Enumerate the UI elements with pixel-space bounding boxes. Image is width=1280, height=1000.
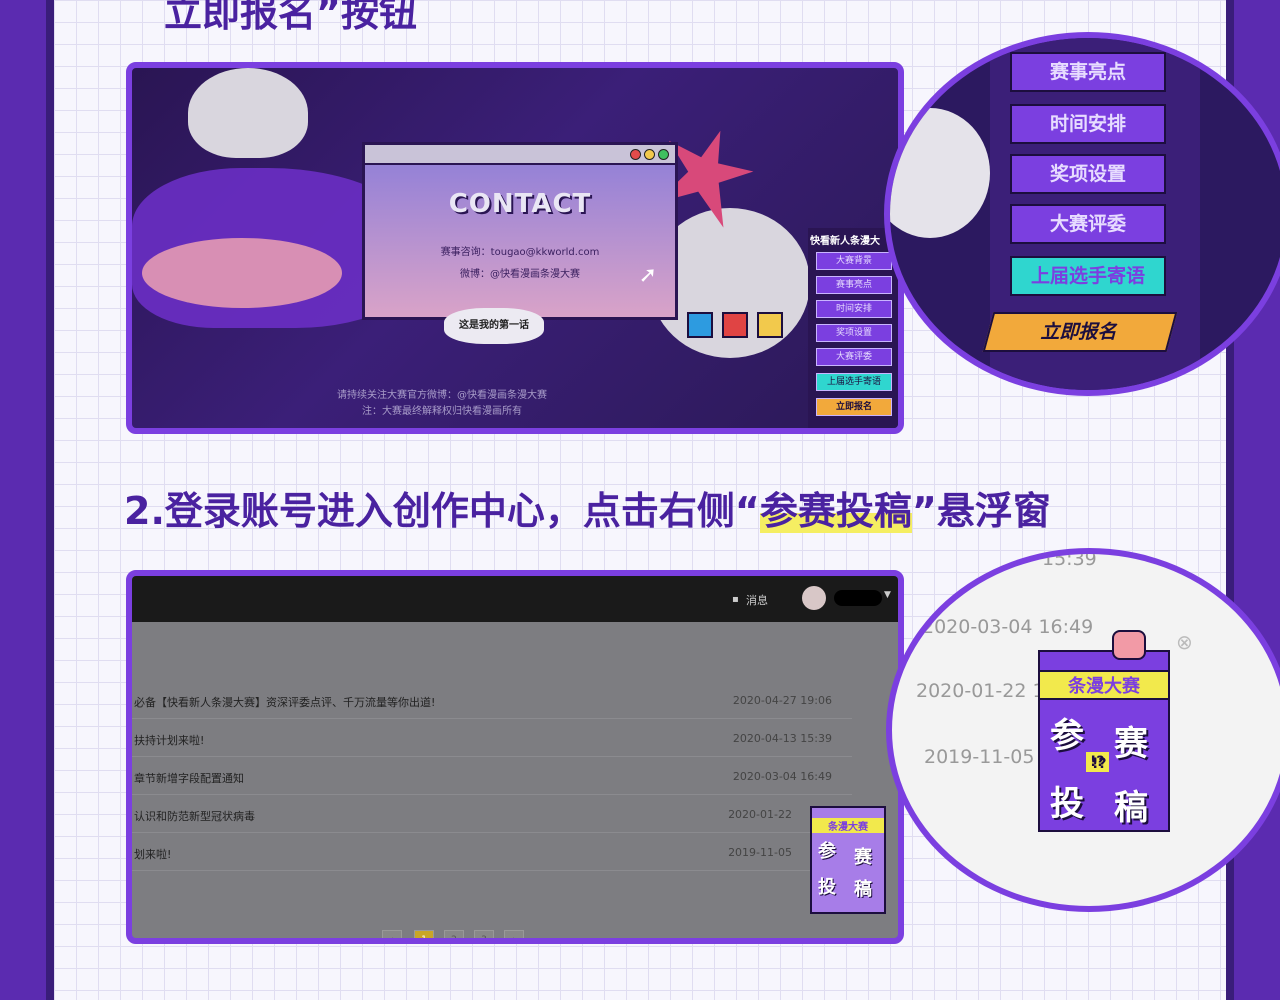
- table-row[interactable]: 划来啦! 2019-11-05: [132, 834, 852, 871]
- window-dot-icon: [658, 149, 669, 160]
- dropper-icon[interactable]: [687, 312, 713, 338]
- pagination-page[interactable]: 1: [414, 930, 434, 938]
- message-icon[interactable]: ▪: [732, 594, 739, 605]
- row-date: 2019-11-05: [728, 846, 792, 859]
- footer-weibo: 请持续关注大赛官方微博：@快看漫画条漫大赛: [337, 390, 547, 401]
- zoom-date: 2020-01-22 1: [916, 680, 1045, 702]
- zoom-circle-float: 15:39 2020-03-04 16:49 2020-01-22 1 2019…: [886, 548, 1280, 912]
- row-title: 划来啦!: [134, 848, 172, 861]
- heading-text: ”悬浮窗: [911, 489, 1051, 533]
- badge-char: 赛: [1114, 724, 1148, 764]
- avatar[interactable]: [802, 586, 826, 610]
- side-nav-title: 快看新人条漫大: [810, 236, 880, 247]
- menu-item[interactable]: 赛事亮点: [1010, 52, 1166, 92]
- table-row[interactable]: 扶持计划来啦! 2020-04-13 15:39: [132, 720, 852, 757]
- badge-chars: 参 赛 投 稿: [812, 833, 884, 903]
- zoom-date: 2020-03-04 16:49: [922, 616, 1094, 638]
- chevron-down-icon[interactable]: ▼: [884, 590, 891, 600]
- heading-highlight: 参赛投稿: [759, 489, 912, 533]
- side-item-alumni[interactable]: 上届选手寄语: [816, 373, 892, 391]
- row-title: 必备【快看新人条漫大赛】资深评委点评、千万流量等你出道!: [134, 696, 436, 709]
- side-item[interactable]: 赛事亮点: [816, 276, 892, 294]
- badge-char: 参: [818, 841, 836, 862]
- side-item[interactable]: 大赛评委: [816, 348, 892, 366]
- badge-char: 参: [1050, 716, 1084, 756]
- cursor-icon: ➚: [638, 263, 657, 288]
- magnifier-icon[interactable]: [757, 312, 784, 338]
- badge-char: 稿: [854, 879, 872, 900]
- contact-window: CONTACT 赛事咨询：tougao@kkworld.com 微博：@快看漫画…: [362, 142, 678, 320]
- contact-screenshot: CONTACT 赛事咨询：tougao@kkworld.com 微博：@快看漫画…: [126, 62, 904, 434]
- pagination-page[interactable]: 3: [474, 930, 494, 938]
- row-title: 认识和防范新型冠状病毒: [134, 810, 255, 823]
- heading-text: 2.登录账号进入创作中心，点击右侧“: [124, 489, 760, 533]
- badge-char: 稿: [1114, 788, 1148, 828]
- cloud-shape: [188, 68, 308, 158]
- top-bar: ▪ 消息 ▼: [132, 576, 898, 622]
- contact-weibo: 微博：@快看漫画条漫大赛: [460, 269, 580, 280]
- signup-button-zoomed[interactable]: 立即报名: [982, 312, 1178, 352]
- side-item[interactable]: 时间安排: [816, 300, 892, 318]
- close-icon[interactable]: ⊗: [1176, 630, 1193, 654]
- section2-heading: 2.登录账号进入创作中心，点击右侧“参赛投稿”悬浮窗: [124, 480, 1051, 535]
- submit-entry-float-zoomed[interactable]: 条漫大赛 参 赛 !? 投 稿: [1038, 630, 1170, 832]
- menu-item-alumni[interactable]: 上届选手寄语: [1010, 256, 1166, 296]
- pagination-next[interactable]: ›: [504, 930, 524, 938]
- side-item[interactable]: 大赛背景: [816, 252, 892, 270]
- row-date: 2020-04-27 19:06: [732, 694, 832, 707]
- badge-chars: 参 赛 !? 投 稿: [1040, 700, 1168, 830]
- creator-center-screenshot: ▪ 消息 ▼ 必备【快看新人条漫大赛】资深评委点评、千万流量等你出道! 2020-…: [126, 570, 904, 944]
- badge-char: 赛: [854, 847, 872, 868]
- window-dot-icon: [630, 149, 641, 160]
- guide-page: 立即报名”按钮 CONTACT 赛事咨询：tougao@kkworld.com …: [46, 0, 1280, 1000]
- zoom-date: 15:39: [1042, 548, 1097, 570]
- footer-note: 注：大赛最终解释权归快看漫画所有: [362, 406, 522, 417]
- badge-mark: !?: [1086, 752, 1109, 772]
- brush-icon[interactable]: [722, 312, 749, 338]
- pagination-prev[interactable]: ‹: [382, 930, 402, 938]
- row-date: 2020-03-04 16:49: [732, 770, 832, 783]
- row-title: 章节新增字段配置通知: [134, 772, 244, 785]
- zoom-cloud: [890, 108, 990, 238]
- menu-item[interactable]: 奖项设置: [1010, 154, 1166, 194]
- badge-title: 条漫大赛: [1040, 670, 1168, 700]
- window-dot-icon: [644, 149, 655, 160]
- paint-splash-pink: [142, 238, 342, 308]
- badge-char: 投: [1050, 784, 1084, 824]
- side-nav: 快看新人条漫大 大赛背景 赛事亮点 时间安排 奖项设置 大赛评委 上届选手寄语 …: [808, 228, 898, 428]
- badge-char: 投: [818, 877, 836, 898]
- username-pill[interactable]: [834, 590, 882, 606]
- row-title: 扶持计划来啦!: [134, 734, 205, 747]
- hand-pen-icon: [1112, 630, 1146, 660]
- menu-item[interactable]: 大赛评委: [1010, 204, 1166, 244]
- side-item[interactable]: 奖项设置: [816, 324, 892, 342]
- tool-icons: [687, 312, 784, 342]
- row-date: 2020-04-13 15:39: [732, 732, 832, 745]
- menu-item[interactable]: 时间安排: [1010, 104, 1166, 144]
- badge-title: 条漫大赛: [812, 818, 884, 833]
- submit-entry-float[interactable]: 条漫大赛 参 赛 投 稿: [810, 806, 886, 914]
- message-link[interactable]: 消息: [746, 592, 768, 608]
- window-titlebar: [365, 145, 675, 165]
- contact-email: 赛事咨询：tougao@kkworld.com: [440, 247, 600, 258]
- zoom-date: 2019-11-05 1: [924, 746, 1053, 768]
- table-row[interactable]: 认识和防范新型冠状病毒 2020-01-22: [132, 796, 852, 833]
- table-row[interactable]: 章节新增字段配置通知 2020-03-04 16:49: [132, 758, 852, 795]
- speech-bubble: 这是我的第一话: [444, 308, 544, 344]
- signup-button[interactable]: 立即报名: [816, 398, 892, 416]
- section1-heading: 立即报名”按钮: [164, 0, 417, 35]
- table-row[interactable]: 必备【快看新人条漫大赛】资深评委点评、千万流量等你出道! 2020-04-27 1…: [132, 682, 852, 719]
- pagination-page[interactable]: 2: [444, 930, 464, 938]
- zoom-circle-menu: 赛事亮点 时间安排 奖项设置 大赛评委 上届选手寄语 立即报名: [884, 32, 1280, 396]
- row-date: 2020-01-22: [728, 808, 792, 821]
- contact-title: CONTACT: [448, 189, 592, 219]
